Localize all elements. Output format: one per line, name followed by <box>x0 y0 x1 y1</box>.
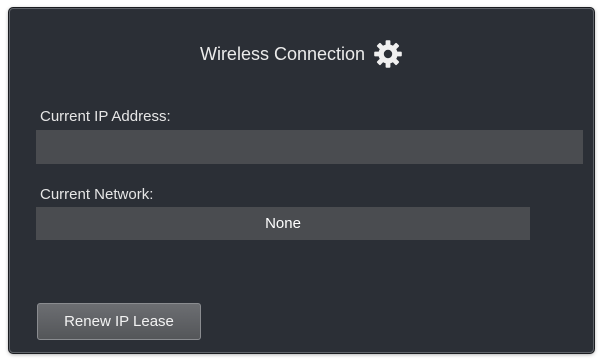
gear-icon[interactable] <box>373 39 403 69</box>
renew-ip-lease-button[interactable]: Renew IP Lease <box>37 303 201 340</box>
ip-address-label: Current IP Address: <box>40 108 171 125</box>
wireless-connection-panel: Wireless Connection Current IP Address: … <box>9 8 594 353</box>
ip-address-field <box>36 130 583 164</box>
panel-title: Wireless Connection <box>199 43 366 64</box>
network-label: Current Network: <box>40 186 154 203</box>
panel-header: Wireless Connection <box>10 37 593 71</box>
network-field: None <box>36 207 530 240</box>
